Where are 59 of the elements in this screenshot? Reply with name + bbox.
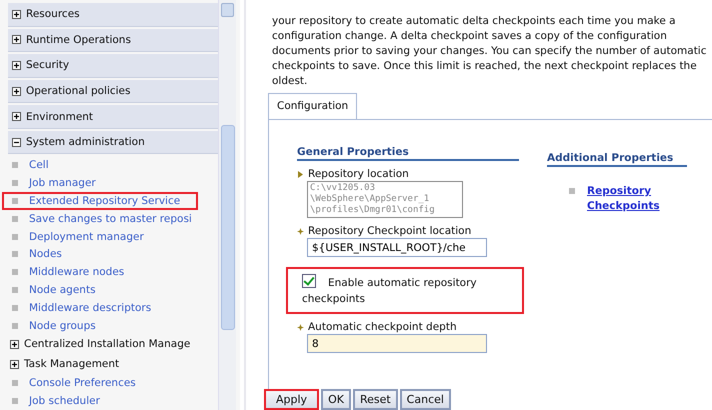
bullet-icon — [12, 286, 18, 293]
section-heading: Additional Properties — [547, 152, 687, 167]
bullet-icon — [12, 304, 18, 311]
nav-category[interactable]: Task Management — [8, 354, 218, 374]
nav-link[interactable]: Cell — [2, 156, 198, 174]
expand-icon[interactable] — [12, 10, 21, 19]
expand-icon[interactable] — [12, 35, 21, 44]
configuration-tab[interactable]: Configuration — [268, 93, 358, 119]
form-button[interactable]: Reset — [352, 389, 398, 410]
bullet-icon — [12, 269, 18, 276]
nav-link[interactable]: Nodes — [2, 245, 198, 264]
nav-category[interactable]: Security — [8, 54, 218, 78]
description-text: your repository to create automatic delta checkpoints each time you make a configuration change. A delta checkpoint saves a copy of the configuration documents prior to saving your changes. You can specify the number of automatic checkpoints to save. Once this limit is reached, the next checkpoint replaces the oldest. — [272, 14, 708, 89]
nav-link[interactable]: Job manager — [2, 174, 198, 192]
expand-icon[interactable] — [10, 340, 19, 349]
bullet-icon — [12, 180, 18, 186]
field-label: Automatic checkpoint depth — [308, 321, 457, 333]
bullet-icon — [12, 216, 18, 222]
form-button[interactable]: Cancel — [400, 389, 451, 410]
form-button[interactable]: Apply — [264, 389, 320, 410]
bullet-icon — [569, 188, 575, 194]
bullet-icon — [12, 234, 18, 240]
checkpoints-link[interactable]: Repository Checkpoints — [587, 184, 687, 214]
field-label: Repository Checkpoint location — [308, 225, 472, 237]
nav-link[interactable]: Save changes to master reposi — [2, 210, 198, 228]
expand-icon[interactable] — [12, 112, 21, 122]
form-button[interactable]: OK — [321, 389, 351, 410]
bullet-icon — [12, 162, 18, 168]
nav-category[interactable]: System administration — [8, 130, 218, 154]
nav-category[interactable]: Operational policies — [8, 80, 218, 104]
bullet-icon — [12, 198, 18, 204]
bullet-icon — [12, 380, 18, 386]
input-field[interactable]: 8 — [307, 334, 487, 353]
field-label: Repository location — [308, 168, 409, 180]
readonly-field: C:\vv1205.03 \WebSphere\AppServer_1 \profiles\Dmgr01\config — [307, 181, 463, 218]
bullet-icon — [12, 322, 18, 329]
nav-link[interactable]: Node agents — [2, 281, 198, 299]
input-field[interactable]: ${USER_INSTALL_ROOT}/che — [307, 238, 487, 257]
nav-link[interactable]: Middleware descriptors — [2, 298, 198, 317]
nav-link[interactable]: Job scheduler — [2, 392, 198, 410]
expand-icon[interactable] — [12, 60, 21, 70]
nav-link[interactable]: Console Preferences — [2, 374, 198, 392]
scroll-thumb[interactable] — [221, 125, 235, 330]
expand-icon[interactable] — [12, 86, 21, 96]
nav-category[interactable]: Runtime Operations — [8, 28, 218, 52]
section-heading: General Properties — [297, 146, 519, 161]
expand-icon[interactable] — [10, 360, 19, 369]
nav-link[interactable]: Extended Repository Service — [2, 192, 198, 210]
nav-link[interactable]: Middleware nodes — [2, 263, 198, 282]
nav-category[interactable]: Resources — [8, 3, 218, 27]
checkbox-field[interactable]: Enable automatic repository checkpoints — [286, 267, 524, 314]
bullet-icon — [12, 398, 18, 404]
nav-link[interactable]: Node groups — [2, 316, 198, 334]
nav-link[interactable]: Deployment manager — [2, 228, 198, 246]
nav-category[interactable]: Environment — [8, 105, 218, 129]
bullet-icon — [12, 251, 18, 258]
collapse-icon[interactable] — [12, 138, 21, 147]
nav-category[interactable]: Centralized Installation Manage — [8, 334, 218, 354]
scroll-bar[interactable] — [218, 0, 236, 410]
